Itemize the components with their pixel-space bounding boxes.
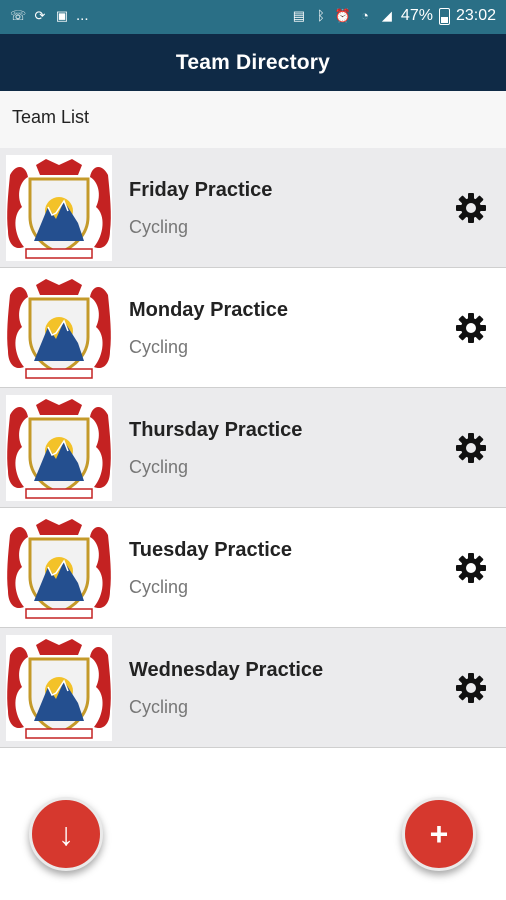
app-bar: Team Directory xyxy=(0,34,506,91)
team-name: Wednesday Practice xyxy=(129,659,324,681)
team-name: Tuesday Practice xyxy=(129,539,293,561)
team-name: Monday Practice xyxy=(129,299,288,321)
team-list-header: Team List xyxy=(0,91,506,149)
team-logo xyxy=(6,275,112,381)
team-logo xyxy=(6,155,112,261)
team-sport: Cycling xyxy=(129,577,189,597)
gear-icon[interactable] xyxy=(455,312,487,344)
battery-percent: 47% xyxy=(400,7,433,24)
bluetooth-icon: ᛒ xyxy=(317,8,325,23)
plus-icon: + xyxy=(429,816,449,852)
gear-icon[interactable] xyxy=(455,672,487,704)
team-sport: Cycling xyxy=(129,697,189,717)
gear-icon[interactable] xyxy=(455,552,487,584)
team-list-label: Team List xyxy=(12,107,90,127)
battery-icon xyxy=(438,7,450,25)
gear-icon[interactable] xyxy=(455,192,487,224)
status-bar: ☏ ⟳ ▣ ... ▤ ᛒ ⏰ ◔ ◢ 47% 23:02 xyxy=(0,0,506,34)
image-icon: ▣ xyxy=(55,7,69,23)
team-sport: Cycling xyxy=(129,337,189,357)
status-more: ... xyxy=(76,7,89,24)
status-bar-left: ☏ ⟳ ▣ ... xyxy=(10,7,89,24)
sync-icon: ⟳ xyxy=(34,7,46,23)
team-name: Thursday Practice xyxy=(129,419,303,441)
page-title: Team Directory xyxy=(175,50,331,74)
team-logo xyxy=(6,515,112,621)
add-team-button[interactable]: + xyxy=(402,797,476,871)
team-row[interactable]: Tuesday Practice Cycling xyxy=(0,508,506,628)
team-row[interactable]: Friday Practice Cycling xyxy=(0,148,506,268)
wifi-icon: ◔ xyxy=(360,8,369,23)
wifi-calling-icon: ☏ xyxy=(10,7,27,23)
alarm-icon: ⏰ xyxy=(334,8,352,23)
status-bar-right: ▤ ᛒ ⏰ ◔ ◢ 47% 23:02 xyxy=(291,7,496,25)
team-logo xyxy=(6,395,112,501)
team-name: Friday Practice xyxy=(129,179,273,201)
download-button[interactable]: ↓ xyxy=(29,797,103,871)
team-sport: Cycling xyxy=(129,457,189,477)
team-row[interactable]: Monday Practice Cycling xyxy=(0,268,506,388)
team-row[interactable]: Thursday Practice Cycling xyxy=(0,388,506,508)
team-list: Friday Practice Cycling Monday Practice Cy… xyxy=(0,148,506,748)
gear-icon[interactable] xyxy=(455,432,487,464)
signal-icon: ◢ xyxy=(381,8,392,23)
arrow-down-icon: ↓ xyxy=(58,816,74,852)
team-row[interactable]: Wednesday Practice Cycling xyxy=(0,628,506,748)
clock: 23:02 xyxy=(455,7,496,24)
lock-icon: ▤ xyxy=(292,8,306,23)
team-logo xyxy=(6,635,112,741)
team-sport: Cycling xyxy=(129,217,189,237)
